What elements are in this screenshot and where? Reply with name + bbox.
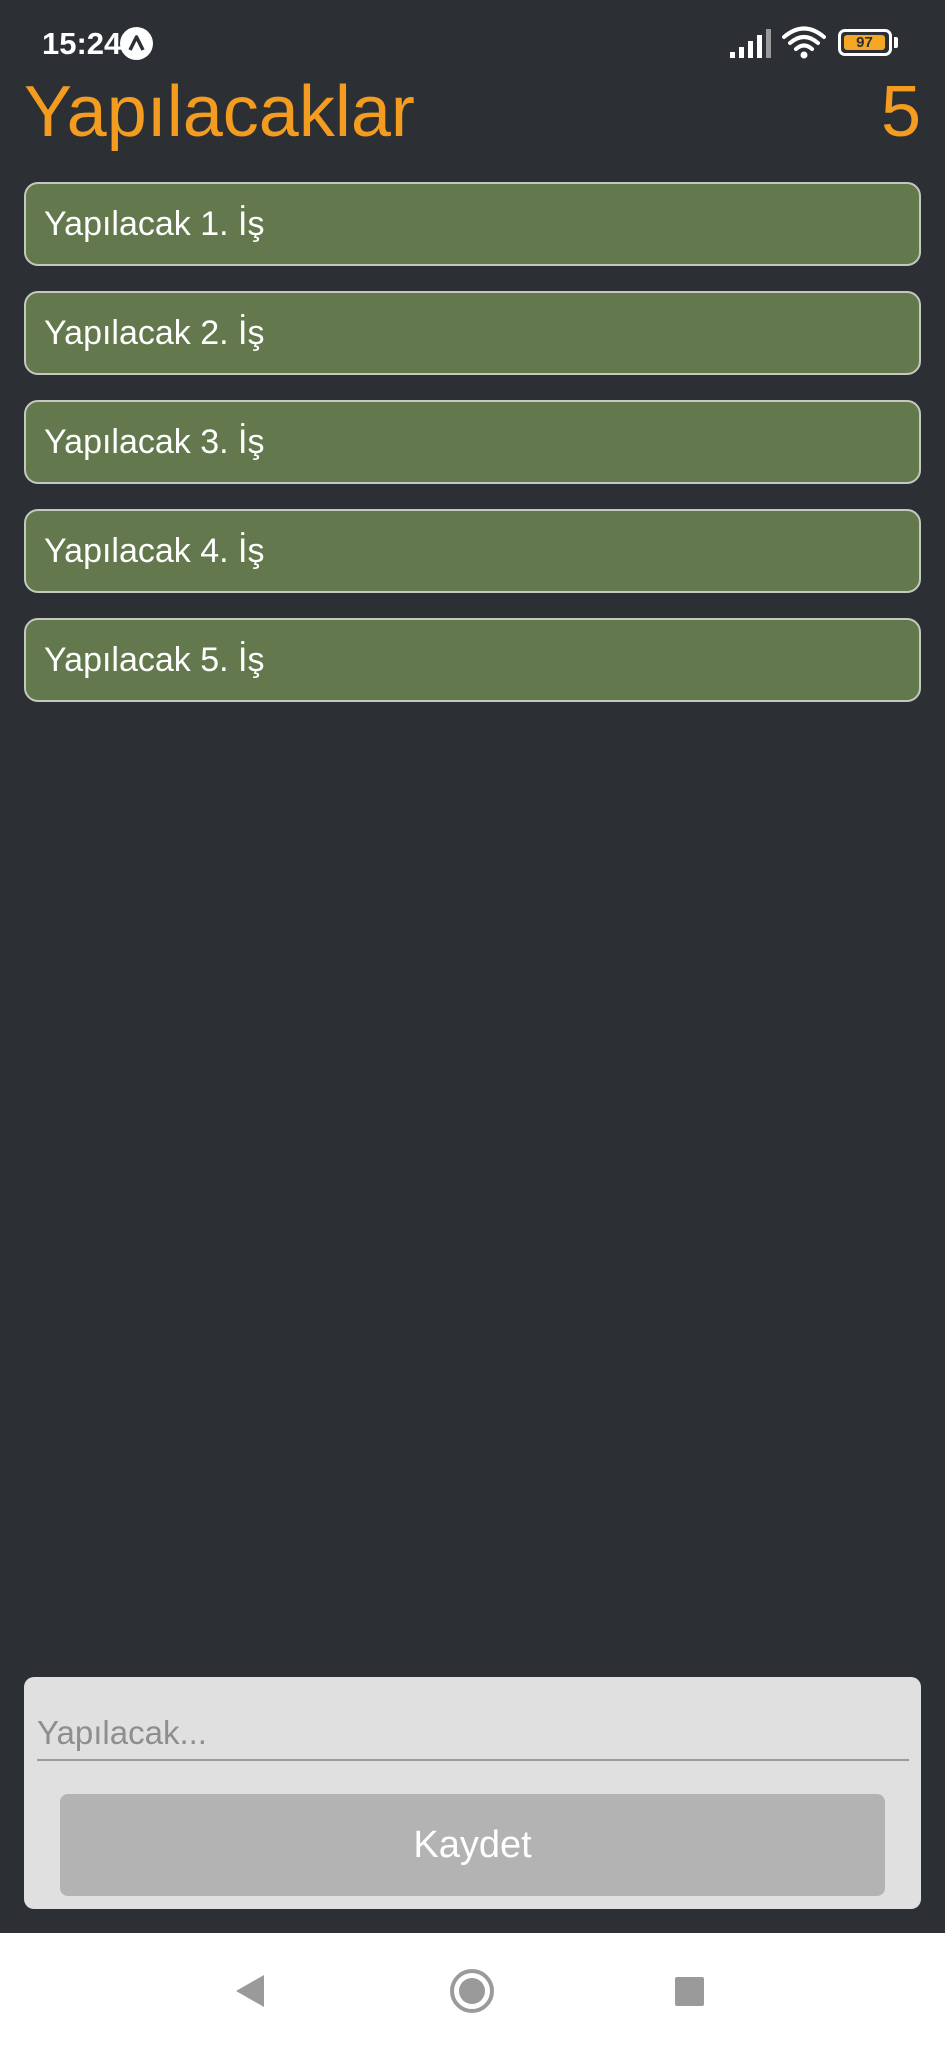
recents-icon[interactable]	[675, 1977, 704, 2006]
todo-item-label: Yapılacak 1. İş	[44, 204, 265, 243]
todo-item-3[interactable]: Yapılacak 3. İş	[24, 400, 921, 484]
todo-input[interactable]	[37, 1707, 909, 1761]
signal-icon	[730, 29, 771, 58]
save-button[interactable]: Kaydet	[60, 1794, 885, 1896]
status-bar: 15:24 97	[0, 0, 945, 80]
todo-item-1[interactable]: Yapılacak 1. İş	[24, 182, 921, 266]
page-title: Yapılacaklar	[24, 72, 415, 152]
todo-item-4[interactable]: Yapılacak 4. İş	[24, 509, 921, 593]
todo-item-label: Yapılacak 5. İş	[44, 640, 265, 679]
back-icon[interactable]	[234, 1973, 266, 2009]
todo-count: 5	[880, 72, 921, 152]
todo-item-label: Yapılacak 4. İş	[44, 531, 265, 570]
home-icon[interactable]	[449, 1968, 495, 2014]
todo-item-5[interactable]: Yapılacak 5. İş	[24, 618, 921, 702]
status-time: 15:24	[42, 26, 122, 61]
battery-tip	[894, 37, 898, 48]
todo-item-label: Yapılacak 3. İş	[44, 422, 265, 461]
todo-list: Yapılacak 1. İş Yapılacak 2. İş Yapılaca…	[24, 182, 921, 727]
todo-item-label: Yapılacak 2. İş	[44, 313, 265, 352]
todo-item-2[interactable]: Yapılacak 2. İş	[24, 291, 921, 375]
app-screen: 15:24 97 Yapılacaklar 5 Yapılacak 1. İş …	[0, 0, 945, 2048]
new-todo-panel: Kaydet	[24, 1677, 921, 1909]
wifi-icon	[782, 26, 826, 59]
battery-icon: 97	[838, 29, 892, 56]
battery-level: 97	[844, 35, 885, 50]
system-nav-bar	[0, 1933, 945, 2048]
app-notification-icon	[120, 27, 153, 60]
